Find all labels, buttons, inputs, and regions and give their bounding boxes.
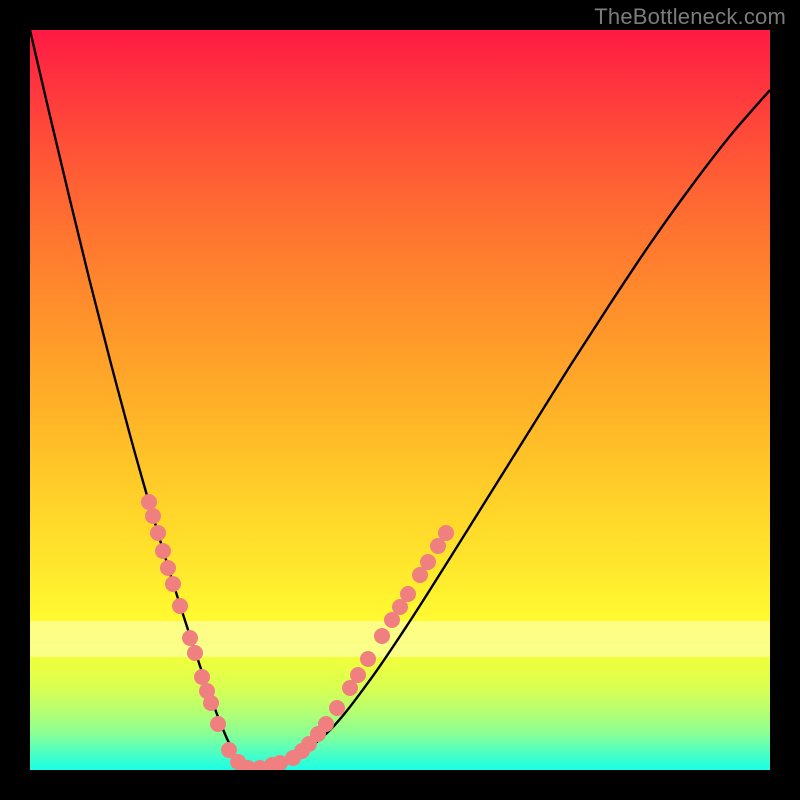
marker-dot [420, 554, 436, 570]
chart-frame: TheBottleneck.com [0, 0, 800, 800]
marker-dot [350, 667, 366, 683]
bottleneck-curve [30, 30, 770, 768]
marker-dot [194, 669, 210, 685]
marker-dot [165, 576, 181, 592]
marker-dot [172, 598, 188, 614]
chart-svg [30, 30, 770, 770]
marker-dot [182, 630, 198, 646]
marker-dot [318, 716, 334, 732]
marker-dot [374, 628, 390, 644]
marker-dot [438, 525, 454, 541]
marker-dot [160, 560, 176, 576]
marker-dot [329, 700, 345, 716]
marker-dot [155, 543, 171, 559]
marker-group [141, 494, 454, 770]
plot-area [30, 30, 770, 770]
marker-dot [210, 716, 226, 732]
marker-dot [203, 695, 219, 711]
watermark-text: TheBottleneck.com [594, 4, 786, 30]
marker-dot [150, 525, 166, 541]
marker-dot [187, 645, 203, 661]
marker-dot [360, 651, 376, 667]
marker-dot [145, 508, 161, 524]
marker-dot [400, 586, 416, 602]
marker-dot [141, 494, 157, 510]
